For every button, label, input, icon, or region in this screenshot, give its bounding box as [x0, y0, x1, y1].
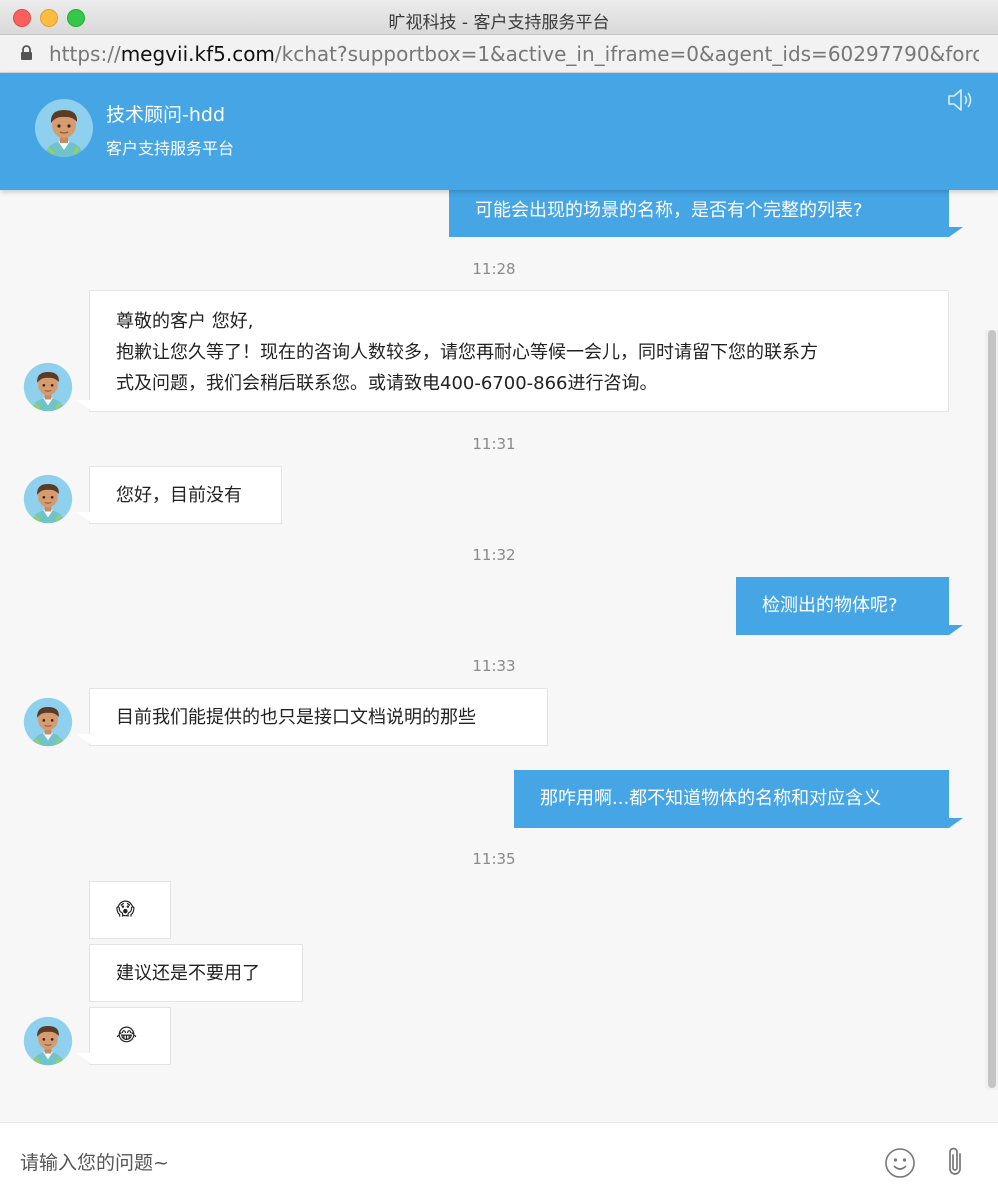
scrollbar-thumb[interactable]: [988, 330, 996, 1088]
user-message: 可能会出现的场景的名称，是否有个完整的列表?: [449, 190, 949, 237]
message-list[interactable]: 可能会出现的场景的名称，是否有个完整的列表? 11:28 尊敬的客户 您好, 抱…: [0, 190, 998, 1122]
user-message: 那咋用啊...都不知道物体的名称和对应含义: [514, 770, 949, 828]
agent-message: 建议还是不要用了: [89, 944, 303, 1002]
agent-avatar: [23, 1016, 73, 1066]
agent-avatar: [23, 697, 73, 747]
speaker-icon[interactable]: [946, 87, 976, 113]
bubble-tail: [76, 400, 90, 410]
agent-message: 😂: [89, 1007, 171, 1065]
paperclip-icon[interactable]: [940, 1145, 970, 1179]
timestamp: 11:33: [472, 657, 516, 675]
url-scheme: https://: [49, 42, 121, 66]
bubble-tail: [949, 227, 963, 237]
message-line: 式及问题，我们会稍后联系您。或请致电400-6700-866进行咨询。: [116, 373, 658, 394]
agent-avatar: [23, 474, 73, 524]
timestamp: 11:32: [472, 546, 516, 564]
message-line: 抱歉让您久等了！现在的咨询人数较多，请您再耐心等候一会儿，同时请留下您的联系方: [116, 342, 818, 363]
window-titlebar: 旷视科技 - 客户支持服务平台: [0, 0, 998, 35]
lock-icon: [21, 45, 32, 60]
agent-name: 技术顾问-hdd: [106, 104, 226, 126]
user-message: 检测出的物体呢?: [736, 577, 949, 635]
composer: [0, 1122, 998, 1201]
url-host: megvii.kf5.com: [120, 42, 275, 66]
chat-header: 技术顾问-hdd 客户支持服务平台: [0, 73, 998, 190]
url-path: /kchat?supportbox=1&active_in_iframe=0&a…: [274, 42, 979, 66]
agent-message: 目前我们能提供的也只是接口文档说明的那些: [89, 688, 548, 746]
bubble-tail: [949, 625, 963, 635]
header-subtitle: 客户支持服务平台: [106, 139, 235, 158]
window-title: 旷视科技 - 客户支持服务平台: [388, 13, 610, 33]
message-input[interactable]: [20, 1149, 840, 1177]
bubble-tail: [76, 512, 90, 522]
agent-avatar: [34, 98, 94, 158]
timestamp: 11:28: [472, 260, 516, 278]
agent-avatar: [23, 362, 73, 412]
bubble-tail: [949, 818, 963, 828]
url-text[interactable]: https://megvii.kf5.com/kchat?supportbox=…: [49, 42, 979, 66]
timestamp: 11:31: [472, 435, 516, 453]
agent-message: 😱: [89, 881, 171, 939]
agent-message: 您好，目前没有: [89, 466, 282, 524]
timestamp: 11:35: [472, 850, 516, 868]
address-bar[interactable]: https://megvii.kf5.com/kchat?supportbox=…: [0, 35, 998, 73]
emoji-smile-icon[interactable]: [884, 1147, 916, 1179]
agent-message: 尊敬的客户 您好, 抱歉让您久等了！现在的咨询人数较多，请您再耐心等候一会儿，同…: [89, 290, 949, 412]
message-line: 尊敬的客户 您好,: [116, 311, 254, 332]
bubble-tail: [76, 734, 90, 744]
bubble-tail: [76, 1053, 90, 1063]
